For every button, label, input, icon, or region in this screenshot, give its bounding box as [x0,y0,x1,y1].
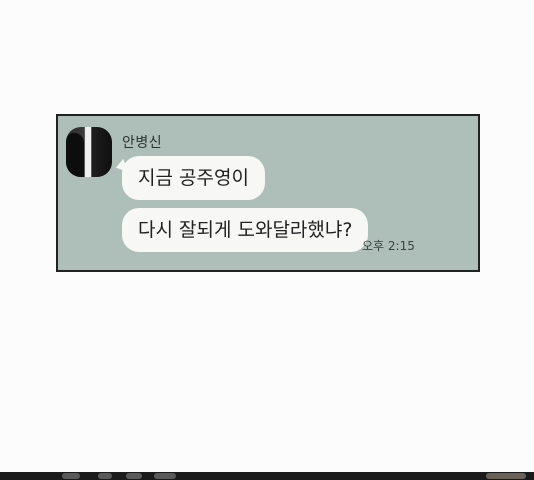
blurred-element [154,473,176,479]
message-text: 지금 공주영이 [138,167,249,189]
sender-name: 안병신 [122,135,163,151]
chat-panel: 안병신 지금 공주영이 다시 잘되게 도와달라했냐? 오후 2:15 [56,114,480,272]
message-bubble[interactable]: 지금 공주영이 [122,156,265,200]
blurred-element [486,473,526,479]
message-bubble[interactable]: 다시 잘되게 도와달라했냐? [122,208,369,252]
blurred-element [98,473,112,479]
blurred-element [126,473,142,479]
message-text: 다시 잘되게 도와달라했냐? [138,219,353,241]
bottom-strip [0,472,534,480]
blurred-element [62,473,80,479]
message-timestamp: 오후 2:15 [362,239,415,253]
avatar[interactable] [66,127,112,177]
avatar-silhouette [66,133,84,177]
